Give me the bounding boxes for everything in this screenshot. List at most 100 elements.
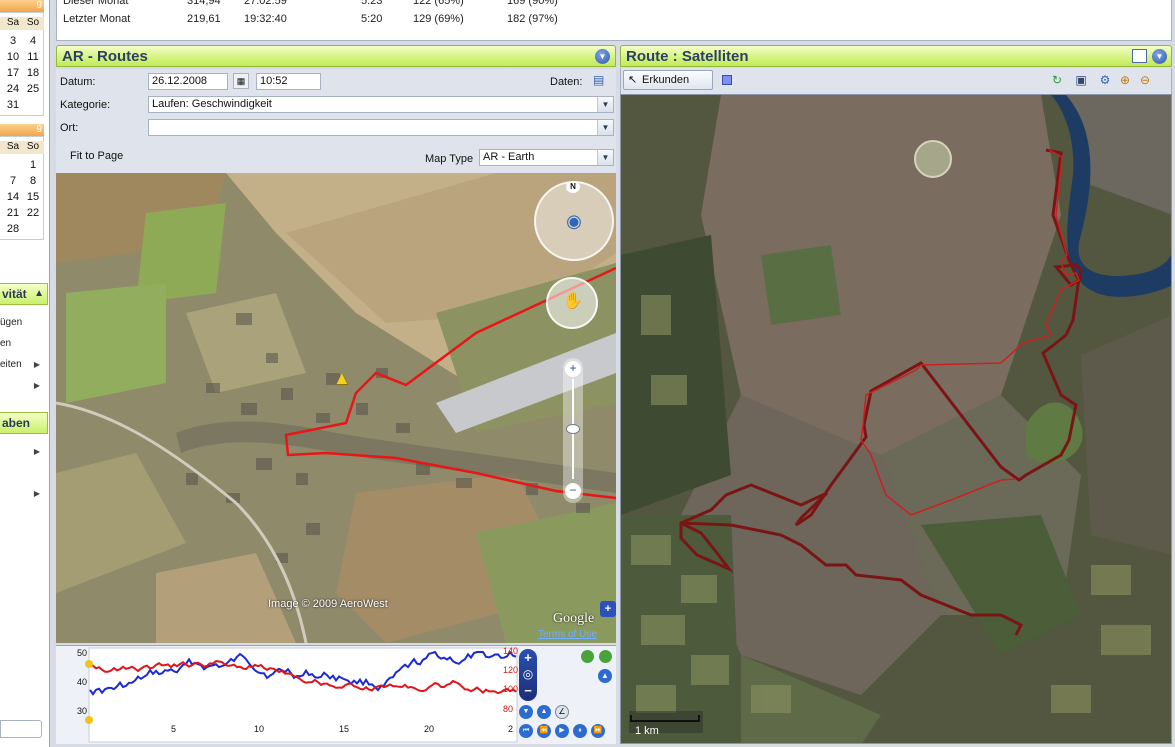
calendar-month-header[interactable]: 9 [0,124,44,136]
left-sidebar: 9 Sa So 34 10 11 17 18 24 25 31 9 Sa So 1 7… [0,0,50,747]
arrow-up-icon[interactable]: ▲ [537,705,551,719]
collapse-icon[interactable]: ▲ [34,284,44,304]
chevron-down-icon[interactable]: ▼ [597,150,613,165]
submenu-arrow-icon: ▶ [33,447,40,456]
play-icon[interactable]: ▶ [555,724,569,738]
aerial-map-image [56,173,616,643]
expand-icon[interactable]: + [600,601,616,617]
submenu-arrow-icon: ▶ [33,360,40,369]
map-type-label: Map Type [425,153,474,165]
calendar-day[interactable]: 17 [4,65,22,81]
terms-of-use-link[interactable]: Terms of Use [538,629,597,640]
time-field[interactable]: 10:52 [256,73,321,90]
pushpin-icon[interactable]: ▲ [333,368,351,392]
table-row: Letzter Monat 219,61 19:32:40 5:20 129 (… [57,11,1171,27]
calendar-day[interactable]: 14 [4,189,22,205]
cursor-marker[interactable] [85,660,93,668]
distance-value: 219,61 [187,13,221,25]
zoom-in-icon[interactable]: + [565,361,581,377]
calendar-weekday-row: Sa So [0,17,44,30]
tasks-section-header[interactable]: aben [0,412,48,434]
aerial-map[interactable]: ▲ N ◉ ✋ + − Image © 2009 AeroWest Google… [56,173,616,643]
hand-icon[interactable]: ✋ [563,292,583,312]
calendar-day[interactable]: 10 [4,49,22,65]
time-value: 27:02:59 [244,0,287,7]
calendar-day[interactable]: 24 [4,81,22,97]
location-select[interactable]: ▼ [148,119,614,136]
calendar-day[interactable]: 11 [24,49,42,65]
panel-menu-button[interactable]: ▼ [1152,49,1167,64]
activities-item[interactable]: ▶ [0,376,46,396]
location-label: Ort: [60,122,79,134]
settings-icon[interactable]: ⚙ [1097,72,1113,88]
compass-north-label[interactable]: N [566,181,580,193]
table-row: Dieser Monat 314,94 27:02:59 5:23 122 (6… [57,0,1171,9]
look-control[interactable]: N ◉ [534,181,614,261]
calendar-day[interactable]: 31 [4,97,22,113]
max-hr-value: 182 (97%) [507,13,558,25]
calendar-day[interactable]: 7 [4,173,22,189]
satellite-map-image [621,95,1171,743]
calendar-day[interactable]: 25 [24,81,42,97]
calendar-icon[interactable]: ▦ [233,73,249,89]
panel-menu-button[interactable]: ▼ [595,49,610,64]
tasks-item[interactable]: ▶ [0,484,46,504]
calendar-day[interactable]: 1 [24,157,42,173]
refresh-icon[interactable]: ↻ [1049,72,1065,88]
refresh-icon[interactable] [599,650,612,663]
activities-item[interactable]: en [0,334,46,354]
chart-zoom-out-icon[interactable]: − [521,683,535,698]
calendar-day[interactable]: 8 [24,173,42,189]
zoom-fit-icon[interactable] [581,650,594,663]
cursor-marker[interactable] [85,716,93,724]
fit-to-page-button[interactable]: Fit to Page [70,150,123,162]
calendar-month-1: Sa So 34 10 11 17 18 24 25 31 [0,12,44,116]
zoom-slider[interactable]: + − [563,358,583,503]
pause-icon[interactable]: ⏸ [573,724,587,738]
rewind-icon[interactable]: ⏪ [537,724,551,738]
tasks-item[interactable]: ▶ [0,442,46,462]
move-control[interactable]: ✋ [546,277,598,329]
calendar-day[interactable]: 22 [24,205,42,221]
activities-item[interactable]: ügen [0,313,46,333]
arrow-down-icon[interactable]: ▼ [519,705,533,719]
zoom-out-icon[interactable]: − [565,483,581,499]
window-layout-icon[interactable] [1132,49,1147,63]
calendar-day[interactable]: 28 [4,221,22,237]
calendar-day[interactable]: 15 [24,189,42,205]
x-tick-label: 2 [508,724,514,734]
calendar-day[interactable]: 3 [4,33,22,49]
search-input[interactable] [0,720,42,738]
measure-icon[interactable]: ∠ [555,705,569,719]
save-icon[interactable]: ▣ [1073,72,1089,88]
route-form: Datum: 26.12.2008 ▦ 10:52 Daten: ▤ Kateg… [56,69,616,173]
category-select[interactable]: Laufen: Geschwindigkeit ▼ [148,96,614,113]
data-label: Daten: [550,76,583,88]
activities-item[interactable]: eiten ▶ [0,355,46,375]
category-label: Kategorie: [60,99,111,111]
explore-button[interactable]: ↖ Erkunden [623,70,713,90]
globe-icon[interactable]: ◎ [521,667,535,681]
chevron-down-icon[interactable]: ▼ [597,120,613,135]
calendar-day[interactable]: 18 [24,65,42,81]
satellite-map[interactable]: 1 km [620,94,1172,744]
fast-forward-icon[interactable]: ⏩ [591,724,605,738]
map-type-select[interactable]: AR - Earth ▼ [479,149,614,166]
section-title: aben [2,416,31,430]
zoom-thumb[interactable] [566,424,580,434]
calendar-month-header[interactable]: 9 [0,0,44,12]
activities-section-header[interactable]: vität ▲ [0,283,48,305]
arrow-up-icon[interactable]: ▲ [598,669,612,683]
eye-icon[interactable]: ◉ [563,210,585,232]
chart-zoom-control[interactable]: + ◎ − [519,649,537,701]
chevron-down-icon[interactable]: ▼ [597,97,613,112]
calendar-day[interactable]: 4 [24,33,42,49]
color-swatch[interactable] [722,75,732,85]
data-source-icon[interactable]: ▤ [593,73,607,89]
calendar-day[interactable]: 21 [4,205,22,221]
skip-back-icon[interactable]: ⏮ [519,724,533,738]
date-field[interactable]: 26.12.2008 [148,73,228,90]
zoom-in-icon[interactable]: ⊕ [1117,72,1133,88]
chart-zoom-in-icon[interactable]: + [521,650,535,665]
zoom-out-icon[interactable]: ⊖ [1137,72,1153,88]
